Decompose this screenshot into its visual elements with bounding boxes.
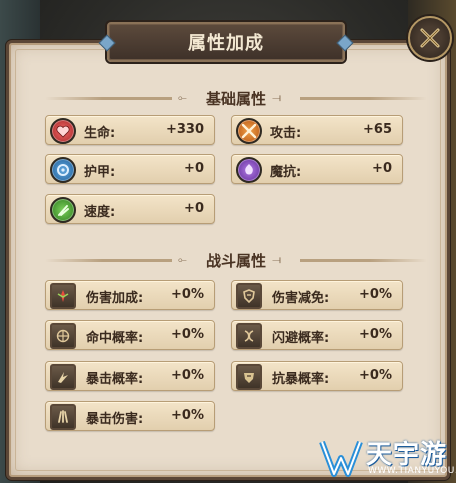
section-title: 基础属性 (205, 89, 266, 108)
stat-card-crit-damage: 暴击伤害: +0% (45, 401, 215, 431)
stat-card-armor: 护甲: +0 (45, 154, 215, 184)
stat-card-hit-rate: 命中概率: +0% (45, 320, 215, 350)
crit-resist-icon (236, 364, 262, 390)
crit-damage-icon (50, 404, 76, 430)
stat-value: +0% (359, 287, 392, 302)
stat-card-damage-bonus: 伤害加成: +0% (45, 280, 215, 310)
stat-label: 魔抗: (270, 165, 302, 180)
stat-card-crit-rate: 暴击概率: +0% (45, 361, 215, 391)
basic-attributes-header: ⟜ 基础属性 ⟞ (45, 87, 427, 109)
stat-label: 伤害减免: (272, 291, 330, 306)
ornament-icon: ⟜ (177, 90, 187, 104)
heart-icon (50, 118, 76, 144)
close-button[interactable] (408, 16, 452, 60)
dialog-title: 属性加成 (188, 33, 264, 54)
ornament-icon: ⟞ (272, 252, 282, 266)
damage-bonus-icon (50, 283, 76, 309)
stat-value: +0 (184, 201, 204, 216)
ornament-icon: ⟜ (177, 252, 187, 266)
stat-label: 速度: (84, 205, 116, 220)
stat-label: 攻击: (270, 126, 302, 141)
stat-value: +0% (171, 408, 204, 423)
section-title: 战斗属性 (205, 251, 266, 270)
magic-resist-icon (236, 157, 262, 183)
damage-reduction-icon (236, 283, 262, 309)
stat-card-damage-reduction: 伤害减免: +0% (231, 280, 403, 310)
crit-rate-icon (50, 364, 76, 390)
dialog-title-plate: 属性加成 (107, 22, 345, 62)
stat-label: 抗暴概率: (272, 372, 330, 387)
stat-card-crit-resist: 抗暴概率: +0% (231, 361, 403, 391)
stat-value: +0% (359, 327, 392, 342)
stat-label: 暴击伤害: (86, 412, 144, 427)
stat-value: +0 (372, 161, 392, 176)
crossed-swords-icon (236, 118, 262, 144)
shield-icon (50, 157, 76, 183)
stat-value: +0% (171, 287, 204, 302)
watermark: 天宇游 WWW.TIANYUYOU.CN (318, 432, 456, 483)
hit-rate-icon (50, 323, 76, 349)
attribute-bonus-panel: ⟜ 基础属性 ⟞ 生命: +330 攻击: +65 护甲: +0 魔抗: +0 (6, 40, 450, 480)
stat-label: 伤害加成: (86, 291, 144, 306)
stat-card-magic-resist: 魔抗: +0 (231, 154, 403, 184)
close-icon (420, 28, 440, 48)
watermark-url: WWW.TIANYUYOU.CN (368, 466, 456, 476)
stat-card-attack: 攻击: +65 (231, 115, 403, 145)
ornament-icon: ⟞ (272, 90, 282, 104)
stat-value: +0% (171, 327, 204, 342)
stat-value: +0% (359, 368, 392, 383)
stat-label: 闪避概率: (272, 331, 330, 346)
stat-value: +0 (184, 161, 204, 176)
stat-label: 命中概率: (86, 331, 144, 346)
stat-label: 暴击概率: (86, 372, 144, 387)
stat-label: 护甲: (84, 165, 116, 180)
watermark-logo-icon (319, 440, 363, 477)
stat-card-dodge-rate: 闪避概率: +0% (231, 320, 403, 350)
stat-card-speed: 速度: +0 (45, 194, 215, 224)
stat-value: +330 (165, 122, 204, 137)
dodge-rate-icon (236, 323, 262, 349)
stat-value: +65 (363, 122, 392, 137)
combat-attributes-header: ⟜ 战斗属性 ⟞ (45, 249, 427, 271)
stat-label: 生命: (84, 126, 116, 141)
stat-card-hp: 生命: +330 (45, 115, 215, 145)
stat-value: +0% (171, 368, 204, 383)
speed-boot-icon (50, 197, 76, 223)
